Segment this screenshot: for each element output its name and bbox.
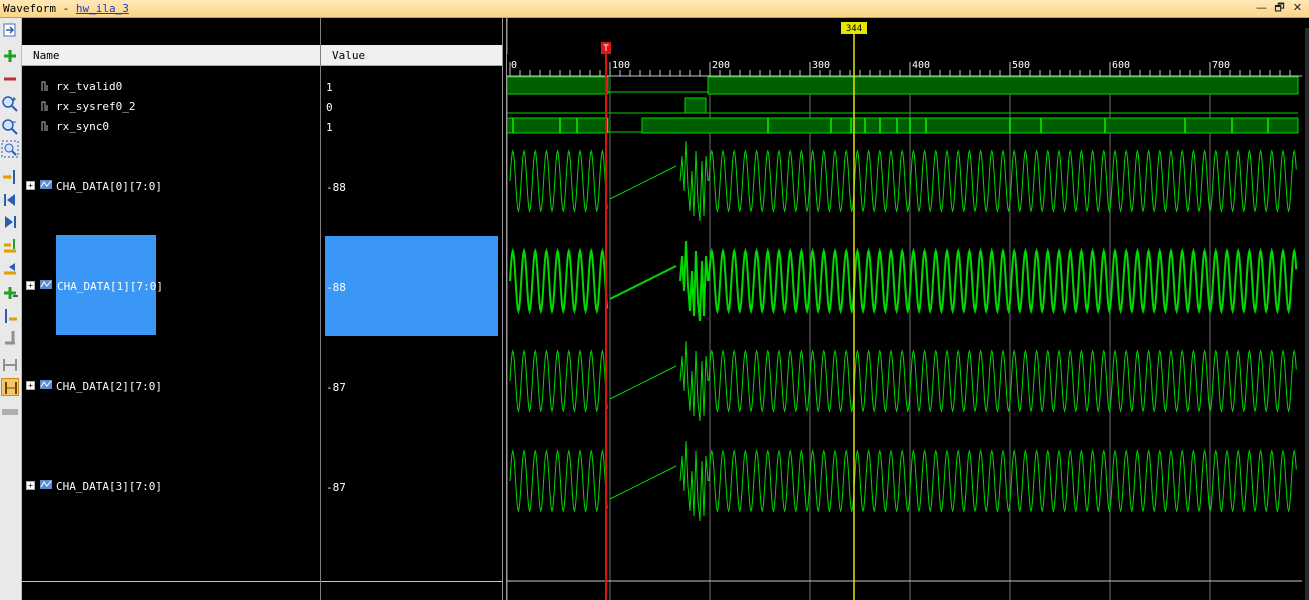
trace-cha-data-3 — [509, 440, 1297, 522]
bus-icon — [40, 280, 52, 289]
signal-value-rx-sync0: 1 — [326, 121, 333, 134]
vertical-scrollbar[interactable] — [1305, 28, 1309, 600]
analog-traces — [509, 140, 1298, 522]
bus-icon — [40, 480, 52, 489]
signal-value-cha-data-3: -87 — [326, 481, 346, 494]
tick-label: 200 — [712, 60, 730, 71]
tick-label: 0 — [511, 60, 517, 71]
signal-value-panel: Value 1 0 1 -88 -88 -87 -87 — [320, 18, 503, 600]
signal-leaf-icon — [41, 81, 48, 91]
time-grid — [507, 18, 1302, 600]
tick-label: 300 — [812, 60, 830, 71]
add-marker-icon[interactable] — [1, 237, 19, 255]
next-transition-icon[interactable] — [1, 213, 19, 231]
tick-label: 500 — [1012, 60, 1030, 71]
bus-icon — [40, 180, 52, 189]
expand-icon[interactable]: + — [26, 281, 35, 290]
title-bar: Waveform - hw_ila_3 — 🗗 ✕ — [0, 0, 1309, 18]
restore-button[interactable]: 🗗 — [1272, 1, 1287, 15]
waveform-canvas[interactable]: 0 100 200 300 400 500 600 700 T 344 — [507, 18, 1309, 600]
expand-icon[interactable]: + — [26, 481, 35, 490]
signal-value-cha-data-1: -88 — [326, 281, 346, 294]
trigger-marker-label: T — [603, 44, 609, 54]
panel-bottom-divider — [22, 581, 320, 582]
signal-name-panel: Name rx_tvalid0 rx_sysref0_2 rx_sync0 + … — [22, 18, 320, 600]
close-button[interactable]: ✕ — [1290, 1, 1305, 15]
signal-name-rx-tvalid0[interactable]: rx_tvalid0 — [56, 80, 122, 93]
zoom-out-icon[interactable] — [1, 118, 19, 136]
fit-to-window-icon[interactable] — [1, 21, 19, 39]
cursor-position-label: 344 — [846, 24, 862, 34]
signal-value-cha-data-0: -88 — [326, 181, 346, 194]
tick-label: 100 — [612, 60, 630, 71]
remove-icon[interactable] — [1, 70, 19, 88]
selected-value-highlight — [325, 236, 498, 336]
signal-value-rx-tvalid0: 1 — [326, 81, 333, 94]
previous-transition-icon[interactable] — [1, 191, 19, 209]
window-title-prefix: Waveform - — [3, 2, 76, 15]
value-column-header[interactable]: Value — [321, 45, 503, 66]
markers: T 344 — [601, 22, 867, 600]
trace-cha-data-1 — [509, 240, 1298, 322]
add-icon[interactable] — [1, 47, 19, 65]
expand-icon[interactable]: + — [26, 381, 35, 390]
waveform-toolbar — [0, 18, 22, 600]
previous-marker-icon[interactable] — [1, 259, 19, 277]
signal-leaf-icon — [41, 121, 48, 131]
signal-leaf-icon — [41, 101, 48, 111]
zoom-fit-icon[interactable] — [1, 140, 19, 158]
window-title: Waveform - hw_ila_3 — [3, 2, 129, 15]
divider-icon[interactable] — [1, 403, 19, 421]
snap-icon[interactable] — [1, 329, 19, 347]
tick-label: 400 — [912, 60, 930, 71]
next-marker-icon[interactable] — [1, 284, 19, 302]
signal-value-cha-data-2: -87 — [326, 381, 346, 394]
cursor-mode-icon[interactable] — [1, 378, 19, 396]
trace-rx-sync0 — [507, 117, 609, 134]
float-icon[interactable] — [1, 356, 19, 374]
trace-cha-data-2 — [509, 340, 1297, 422]
trace-cha-data-0 — [509, 140, 1297, 222]
zoom-in-icon[interactable] — [1, 95, 19, 113]
signal-name-cha-data-2[interactable]: CHA_DATA[2][7:0] — [56, 380, 162, 393]
signal-name-cha-data-1[interactable]: CHA_DATA[1][7:0] — [57, 280, 163, 293]
panel-bottom-divider — [321, 581, 503, 582]
tick-label: 600 — [1112, 60, 1130, 71]
ila-link[interactable]: hw_ila_3 — [76, 2, 129, 15]
tick-label: 700 — [1212, 60, 1230, 71]
go-to-cursor-icon[interactable] — [1, 168, 19, 186]
signal-value-rx-sysref0-2: 0 — [326, 101, 333, 114]
swap-cursors-icon[interactable] — [1, 307, 19, 325]
trace-rx-tvalid0 — [707, 76, 1299, 95]
signal-name-rx-sysref0-2[interactable]: rx_sysref0_2 — [56, 100, 135, 113]
trace-rx-tvalid0 — [507, 76, 609, 95]
bus-icon — [40, 380, 52, 389]
expand-icon[interactable]: + — [26, 181, 35, 190]
time-ruler[interactable]: 0 100 200 300 400 500 600 700 — [507, 54, 1302, 77]
trace-rx-sync0 — [641, 117, 1299, 134]
trace-rx-sysref0-2 — [684, 97, 707, 114]
digital-traces — [507, 76, 1299, 134]
signal-name-rx-sync0[interactable]: rx_sync0 — [56, 120, 109, 133]
signal-name-cha-data-3[interactable]: CHA_DATA[3][7:0] — [56, 480, 162, 493]
name-column-header[interactable]: Name — [22, 45, 320, 66]
minimize-button[interactable]: — — [1254, 1, 1269, 15]
signal-name-cha-data-0[interactable]: CHA_DATA[0][7:0] — [56, 180, 162, 193]
